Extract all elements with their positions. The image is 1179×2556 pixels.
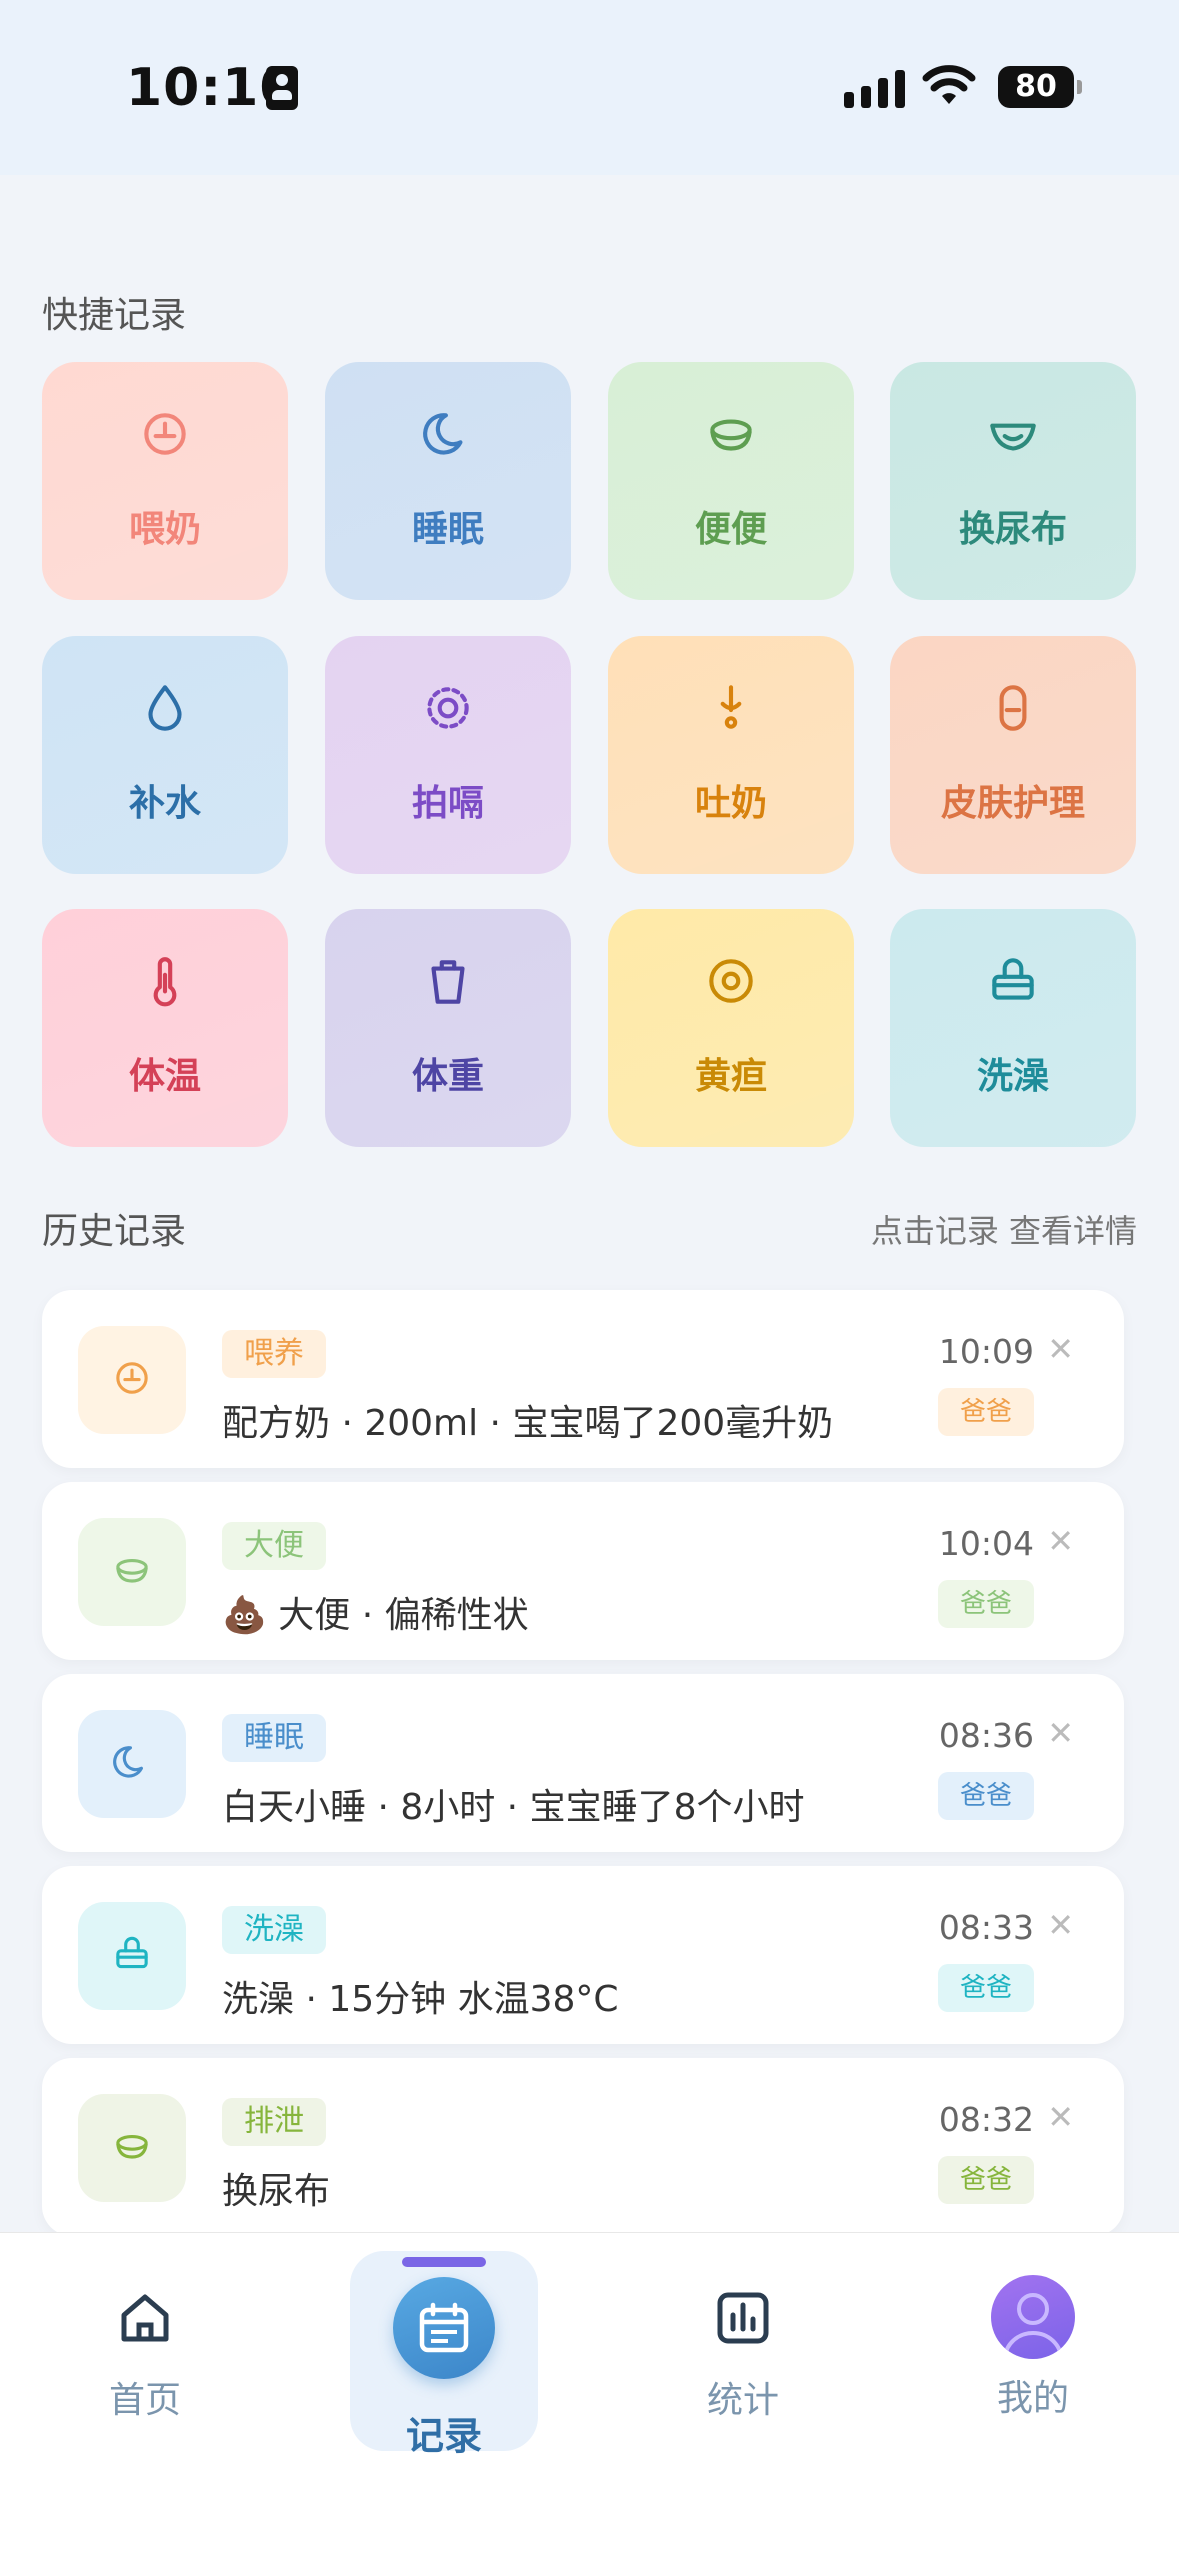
quick-tile-label: 体重: [411, 1056, 484, 1097]
drop-icon: [135, 678, 195, 738]
history-record[interactable]: 大便 💩 大便 · 偏稀性状 10:04 ✕ 爸爸: [42, 1482, 1124, 1660]
history-record[interactable]: 睡眠 白天小睡 · 8小时 · 宝宝睡了8个小时 08:36 ✕ 爸爸: [42, 1674, 1124, 1852]
cellular-signal-icon: [844, 68, 906, 108]
quick-tile-spit[interactable]: 吐奶: [608, 636, 854, 874]
record-author-badge: 爸爸: [938, 1580, 1034, 1628]
thermometer-icon: [135, 951, 195, 1011]
bowl-icon: [701, 404, 761, 464]
quick-tile-label: 体温: [128, 1056, 201, 1097]
bottom-tab-bar: 首页 记录 统计 我的: [0, 2232, 1179, 2556]
quick-tile-thermometer[interactable]: 体温: [42, 909, 288, 1147]
history-title: 历史记录: [42, 1211, 187, 1252]
record-time: 08:33: [938, 1908, 1034, 1947]
record-description: 配方奶 · 200ml · 宝宝喝了200毫升奶: [222, 1403, 834, 1444]
battery-indicator: 80: [998, 66, 1082, 108]
bar-chart-icon: [708, 2283, 778, 2353]
bath-icon: [983, 951, 1043, 1011]
record-author-badge: 爸爸: [938, 2156, 1034, 2204]
calendar-icon: [393, 2277, 495, 2379]
lotion-icon: [983, 678, 1043, 738]
close-icon[interactable]: ✕: [1047, 1330, 1074, 1368]
quick-tile-label: 便便: [694, 509, 767, 550]
close-icon[interactable]: ✕: [1047, 1906, 1074, 1944]
quick-record-title: 快捷记录: [42, 295, 187, 336]
record-icon-box: [78, 1518, 186, 1626]
quick-tile-diaper[interactable]: 换尿布: [890, 362, 1136, 600]
record-icon-box: [78, 2094, 186, 2202]
quick-tile-scale[interactable]: 体重: [325, 909, 571, 1147]
quick-tile-label: 吐奶: [694, 783, 767, 824]
record-icon-box: [78, 1902, 186, 2010]
history-hint: 点击记录 查看详情: [870, 1212, 1137, 1250]
quick-tile-label: 补水: [128, 783, 201, 824]
record-description: 💩 大便 · 偏稀性状: [222, 1595, 529, 1636]
tab-record-label: 记录: [405, 2414, 482, 2458]
quick-tile-drop[interactable]: 补水: [42, 636, 288, 874]
quick-tile-label: 拍嗝: [411, 783, 484, 824]
record-category-tag: 喂养: [222, 1330, 326, 1378]
spit-icon: [701, 678, 761, 738]
quick-tile-label: 睡眠: [411, 509, 484, 550]
quick-tile-moon[interactable]: 睡眠: [325, 362, 571, 600]
history-record[interactable]: 喂养 配方奶 · 200ml · 宝宝喝了200毫升奶 10:09 ✕ 爸爸: [42, 1290, 1124, 1468]
contact-card-icon: [266, 66, 298, 110]
record-author-badge: 爸爸: [938, 1772, 1034, 1820]
record-category-tag: 大便: [222, 1522, 326, 1570]
target-icon: [701, 951, 761, 1011]
history-record[interactable]: 排泄 换尿布 08:32 ✕ 爸爸: [42, 2058, 1124, 2236]
diaper-icon: [983, 404, 1043, 464]
tab-mine-label: 我的: [996, 2378, 1069, 2419]
bath-icon: [110, 1932, 154, 1980]
avatar: [991, 2275, 1075, 2359]
tab-home-label: 首页: [108, 2380, 181, 2421]
quick-tile-label: 黄疸: [694, 1056, 767, 1097]
moon-icon: [418, 404, 478, 464]
active-tab-indicator: [402, 2257, 486, 2267]
record-time: 10:04: [938, 1524, 1034, 1563]
quick-tile-label: 洗澡: [976, 1056, 1049, 1097]
record-time: 10:09: [938, 1332, 1034, 1371]
close-icon[interactable]: ✕: [1047, 1714, 1074, 1752]
clock-icon: [135, 404, 195, 464]
record-time: 08:32: [938, 2100, 1034, 2139]
quick-tile-label: 皮肤护理: [940, 783, 1085, 824]
close-icon[interactable]: ✕: [1047, 2098, 1074, 2136]
tab-stats[interactable]: 统计: [648, 2233, 838, 2453]
record-category-tag: 洗澡: [222, 1906, 326, 1954]
bowl-icon: [110, 1548, 154, 1596]
clock-icon: [110, 1356, 154, 1404]
record-description: 洗澡 · 15分钟 水温38°C: [222, 1979, 619, 2020]
quick-tile-target[interactable]: 黄疸: [608, 909, 854, 1147]
moon-icon: [110, 1740, 154, 1788]
quick-tile-label: 喂奶: [128, 509, 201, 550]
tab-home[interactable]: 首页: [50, 2233, 240, 2453]
record-category-tag: 排泄: [222, 2098, 326, 2146]
record-description: 白天小睡 · 8小时 · 宝宝睡了8个小时: [222, 1787, 805, 1828]
quick-tile-burp[interactable]: 拍嗝: [325, 636, 571, 874]
record-category-tag: 睡眠: [222, 1714, 326, 1762]
record-author-badge: 爸爸: [938, 1388, 1034, 1436]
record-description: 换尿布: [222, 2171, 331, 2212]
home-icon: [110, 2283, 180, 2353]
quick-tile-bowl[interactable]: 便便: [608, 362, 854, 600]
record-time: 08:36: [938, 1716, 1034, 1755]
quick-tile-bath[interactable]: 洗澡: [890, 909, 1136, 1147]
bowl-icon: [110, 2124, 154, 2172]
record-icon-box: [78, 1326, 186, 1434]
quick-tile-lotion[interactable]: 皮肤护理: [890, 636, 1136, 874]
quick-tile-label: 换尿布: [958, 509, 1067, 550]
close-icon[interactable]: ✕: [1047, 1522, 1074, 1560]
tab-mine[interactable]: 我的: [938, 2233, 1128, 2453]
record-icon-box: [78, 1710, 186, 1818]
history-record[interactable]: 洗澡 洗澡 · 15分钟 水温38°C 08:33 ✕ 爸爸: [42, 1866, 1124, 2044]
burp-icon: [418, 678, 478, 738]
wifi-icon: [922, 65, 976, 104]
scale-icon: [418, 951, 478, 1011]
tab-stats-label: 统计: [706, 2380, 779, 2421]
quick-tile-clock[interactable]: 喂奶: [42, 362, 288, 600]
record-author-badge: 爸爸: [938, 1964, 1034, 2012]
status-bar: 10:10 80: [0, 0, 1179, 175]
